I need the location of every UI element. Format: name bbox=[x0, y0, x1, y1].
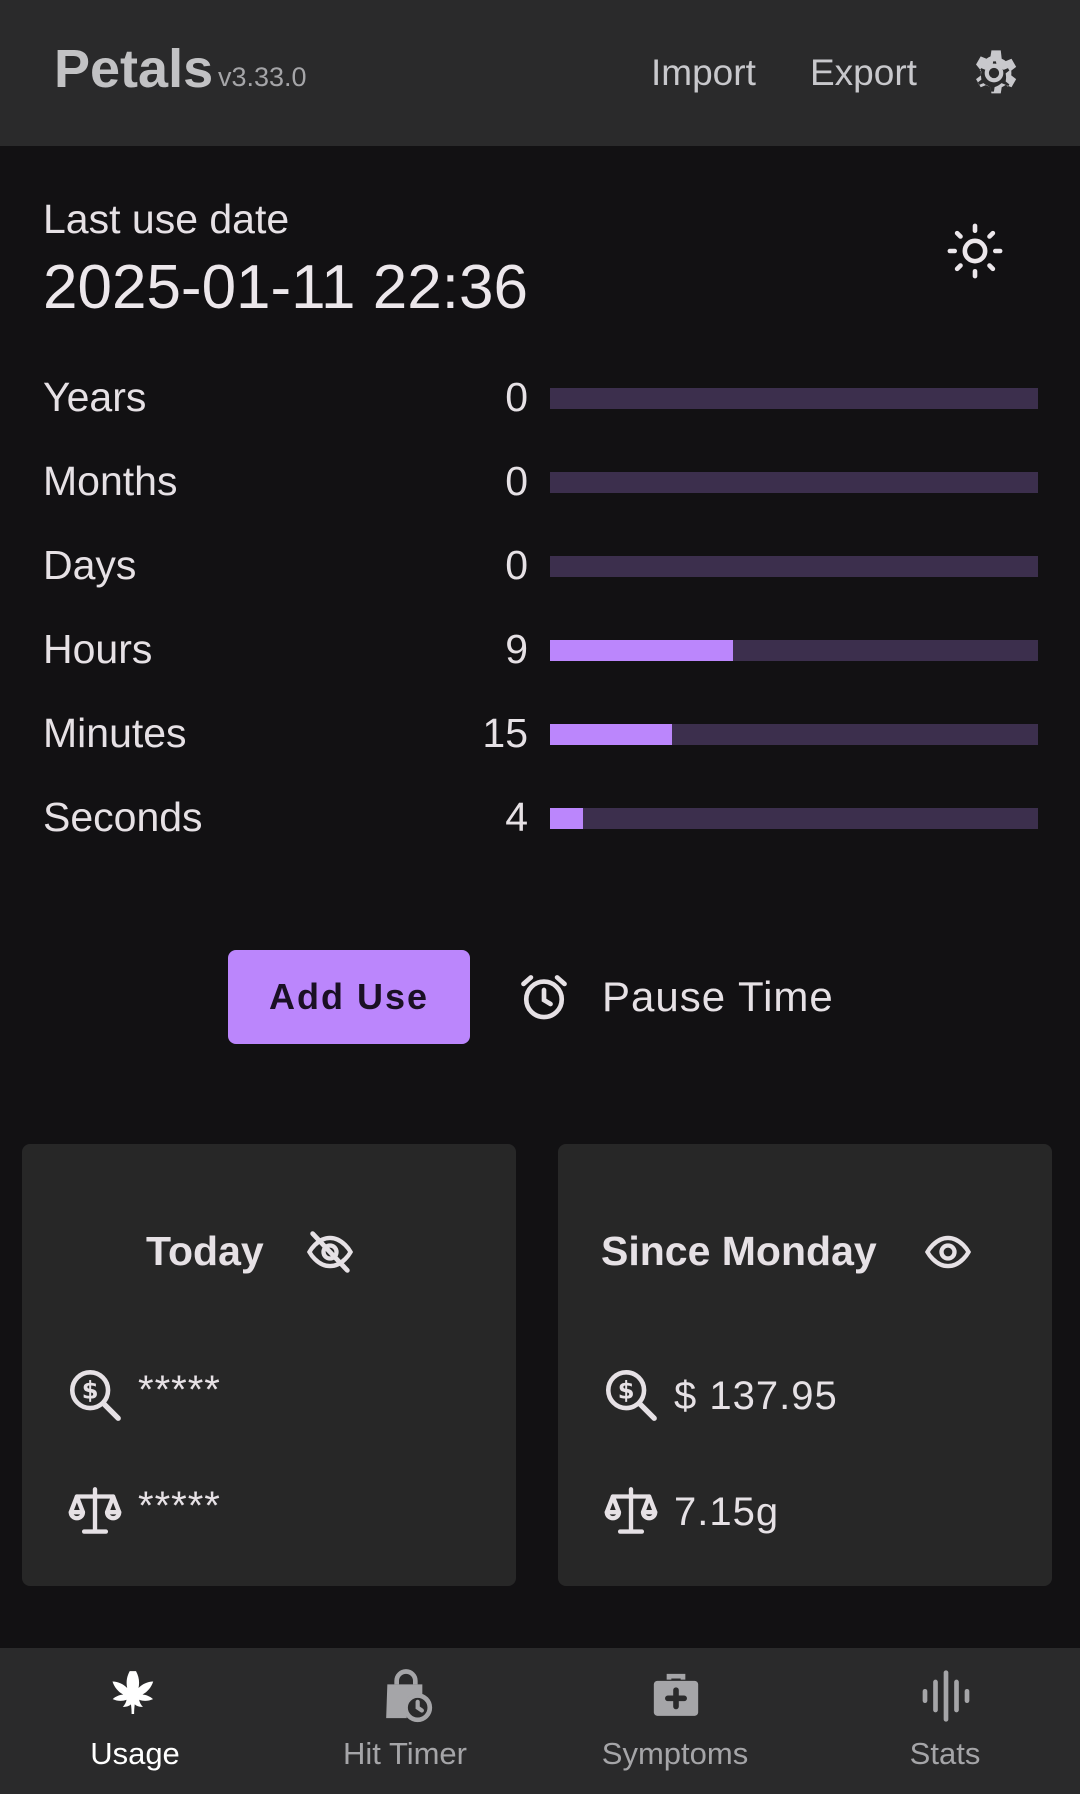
dollar-search-icon: $ bbox=[69, 1369, 121, 1421]
since-monday-card: Since Monday $ $ 137.95 7.15g bbox=[558, 1144, 1052, 1586]
today-title: Today bbox=[146, 1228, 264, 1274]
nav-item-stats[interactable]: Stats bbox=[810, 1648, 1080, 1794]
timer-label: Minutes bbox=[43, 710, 187, 756]
alarm-clock-icon bbox=[521, 975, 567, 1020]
timer-label: Years bbox=[43, 374, 147, 420]
since-monday-cost-value: $ 137.95 bbox=[674, 1374, 838, 1418]
last-use-date: 2025-01-11 22:36 bbox=[43, 253, 528, 322]
timer-progress-track bbox=[550, 556, 1038, 577]
timer-progress-fill bbox=[550, 808, 583, 829]
last-use-label: Last use date bbox=[43, 196, 290, 242]
timer-progress-track bbox=[550, 472, 1038, 493]
nav-label-stats: Stats bbox=[909, 1736, 981, 1771]
gear-icon[interactable] bbox=[966, 45, 1022, 101]
eye-icon[interactable] bbox=[922, 1226, 974, 1278]
today-card: Today $ ***** ***** bbox=[22, 1144, 516, 1586]
timer-progress-track bbox=[550, 388, 1038, 409]
sun-icon[interactable] bbox=[946, 222, 1004, 280]
import-button[interactable]: Import bbox=[651, 52, 756, 94]
nav-item-symptoms[interactable]: Symptoms bbox=[540, 1648, 810, 1794]
bag-clock-icon bbox=[386, 1669, 433, 1723]
svg-text:$: $ bbox=[82, 1376, 99, 1404]
today-weight-value: ***** bbox=[138, 1484, 221, 1528]
timer-label: Months bbox=[43, 458, 178, 504]
medical-bag-icon bbox=[653, 1673, 699, 1716]
timer-progress-fill bbox=[550, 640, 733, 661]
bottom-navigation: Usage Hit Timer Symptoms Stats bbox=[0, 1648, 1080, 1794]
timer-label: Hours bbox=[43, 626, 153, 672]
timer-progress-track bbox=[550, 640, 1038, 661]
pause-time-button[interactable]: Pause Time bbox=[516, 962, 834, 1032]
timer-value: 9 bbox=[505, 626, 528, 672]
today-cost-value: ***** bbox=[138, 1368, 221, 1412]
timer-progress-track bbox=[550, 808, 1038, 829]
waveform-icon bbox=[922, 1670, 970, 1722]
timer-value: 0 bbox=[505, 458, 528, 504]
timer-value: 15 bbox=[482, 710, 528, 756]
export-button[interactable]: Export bbox=[810, 52, 917, 94]
since-monday-title: Since Monday bbox=[601, 1228, 877, 1274]
timer-progress-track bbox=[550, 724, 1038, 745]
timer-value: 4 bbox=[505, 794, 528, 840]
timer-label: Days bbox=[43, 542, 137, 588]
since-monday-weight-value: 7.15g bbox=[674, 1490, 780, 1534]
svg-text:$: $ bbox=[618, 1376, 635, 1404]
timer-label: Seconds bbox=[43, 794, 203, 840]
scale-balance-icon bbox=[68, 1487, 122, 1534]
add-use-button[interactable]: Add Use bbox=[228, 950, 470, 1044]
pause-time-label: Pause Time bbox=[602, 973, 834, 1020]
app-version: v3.33.0 bbox=[218, 62, 307, 92]
eye-off-icon[interactable] bbox=[304, 1226, 356, 1278]
nav-label-hit-timer: Hit Timer bbox=[343, 1736, 467, 1771]
nav-label-symptoms: Symptoms bbox=[601, 1736, 749, 1771]
nav-item-usage[interactable]: Usage bbox=[0, 1648, 270, 1794]
scale-balance-icon bbox=[604, 1487, 658, 1534]
timer-progress-fill bbox=[550, 724, 672, 745]
timer-value: 0 bbox=[505, 374, 528, 420]
dollar-search-icon: $ bbox=[605, 1369, 657, 1421]
nav-item-hit-timer[interactable]: Hit Timer bbox=[270, 1648, 540, 1794]
top-app-bar: Petals v3.33.0 Import Export bbox=[0, 0, 1080, 146]
app-title: Petals bbox=[54, 39, 214, 99]
cannabis-leaf-icon bbox=[112, 1671, 154, 1714]
timer-value: 0 bbox=[505, 542, 528, 588]
nav-label-usage: Usage bbox=[90, 1736, 180, 1771]
